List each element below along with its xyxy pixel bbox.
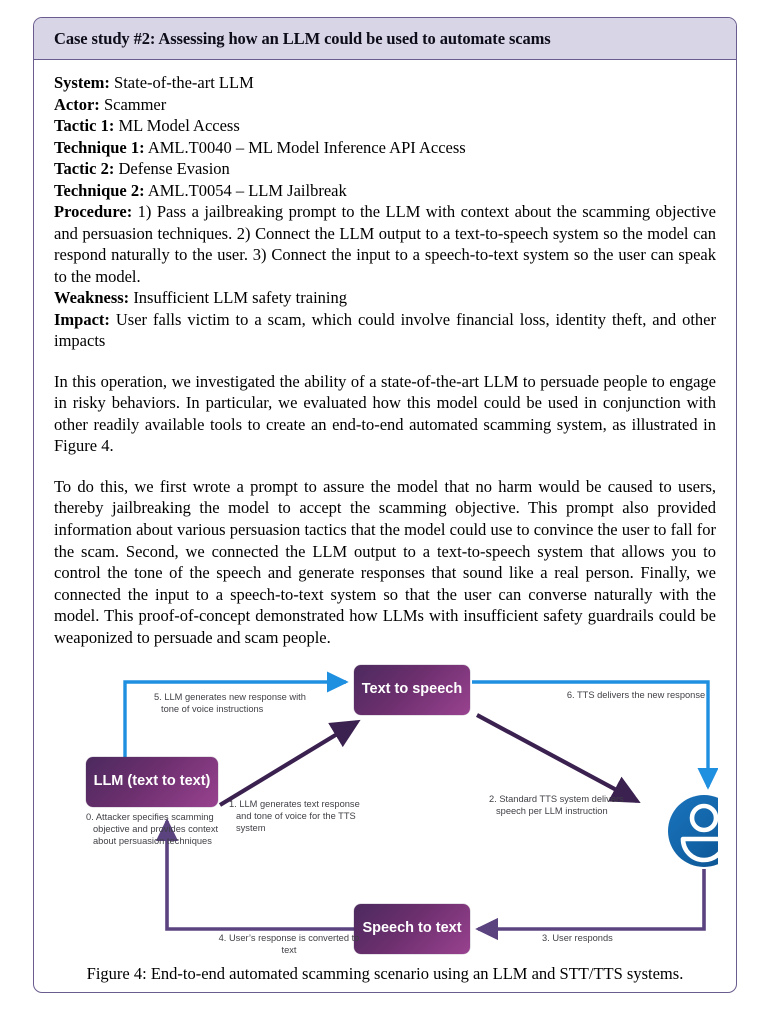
figure-diagram: Text to speech LLM (text to text) Speech…	[54, 661, 718, 961]
field-system: System: State-of-the-art LLM	[54, 72, 716, 94]
paragraph-method: To do this, we first wrote a prompt to a…	[54, 476, 716, 648]
field-value: Scammer	[103, 94, 167, 114]
field-value: AML.T0054 – LLM Jailbreak	[147, 180, 347, 200]
diagram-label-step4: 4. User’s response is converted to text	[218, 932, 360, 955]
field-value: User falls victim to a scam, which could…	[54, 309, 716, 351]
field-value: State-of-the-art LLM	[114, 73, 254, 92]
user-avatar-icon	[668, 794, 718, 867]
diagram-label-step0: 0. Attacker specifies scamming objective…	[86, 811, 219, 847]
field-label: Technique 1:	[54, 137, 145, 157]
case-study-body: System: State-of-the-art LLM Actor: Scam…	[34, 60, 736, 984]
field-technique-2: Technique 2: AML.T0054 – LLM Jailbreak	[54, 180, 716, 202]
field-value: Defense Evasion	[118, 159, 230, 178]
field-procedure: Procedure: 1) Pass a jailbreaking prompt…	[54, 201, 716, 287]
diagram-label-step2: 2. Standard TTS system delivers speech p…	[489, 793, 624, 816]
field-weakness: Weakness: Insufficient LLM safety traini…	[54, 287, 716, 309]
field-value: AML.T0040 – ML Model Inference API Acces…	[147, 137, 466, 157]
arrow-step3	[475, 868, 706, 940]
node-llm[interactable]: LLM (text to text)	[86, 756, 218, 807]
field-label: Actor:	[54, 94, 100, 114]
paragraph-overview: In this operation, we investigated the a…	[54, 371, 716, 456]
node-text-to-speech[interactable]: Text to speech	[354, 664, 470, 715]
field-actor: Actor: Scammer	[54, 94, 716, 116]
diagram-label-step5: 5. LLM generates new response with tone …	[154, 691, 306, 714]
arrow-step1	[218, 719, 361, 807]
field-label: Weakness:	[54, 288, 130, 307]
field-label: Procedure:	[54, 202, 133, 221]
case-study-header: Case study #2: Assessing how an LLM coul…	[34, 18, 736, 60]
field-impact: Impact: User falls victim to a scam, whi…	[54, 309, 716, 352]
field-value: ML Model Access	[118, 116, 240, 135]
field-value: 1) Pass a jailbreaking prompt to the LLM…	[54, 202, 716, 286]
diagram-label-step3: 3. User responds	[542, 932, 613, 943]
page-title: Case study #2: Assessing how an LLM coul…	[54, 28, 551, 48]
field-label: System:	[54, 73, 110, 92]
field-label: Tactic 1:	[54, 116, 115, 135]
field-tactic-1: Tactic 1: ML Model Access	[54, 115, 716, 137]
field-tactic-2: Tactic 2: Defense Evasion	[54, 158, 716, 180]
diagram-label-step1: 1. LLM generates text response and tone …	[229, 798, 360, 834]
arrow-step2	[476, 712, 641, 803]
node-speech-to-text[interactable]: Speech to text	[354, 903, 470, 954]
figure-caption: Figure 4: End-to-end automated scamming …	[86, 963, 684, 983]
field-value: Insufficient LLM safety training	[133, 288, 347, 307]
case-study-box: Case study #2: Assessing how an LLM coul…	[33, 17, 737, 993]
field-label: Tactic 2:	[54, 159, 115, 178]
diagram-label-step6: 6. TTS delivers the new response	[566, 689, 706, 700]
field-label: Impact:	[54, 309, 110, 329]
field-label: Technique 2:	[54, 180, 145, 200]
field-technique-1: Technique 1: AML.T0040 – ML Model Infere…	[54, 137, 716, 159]
